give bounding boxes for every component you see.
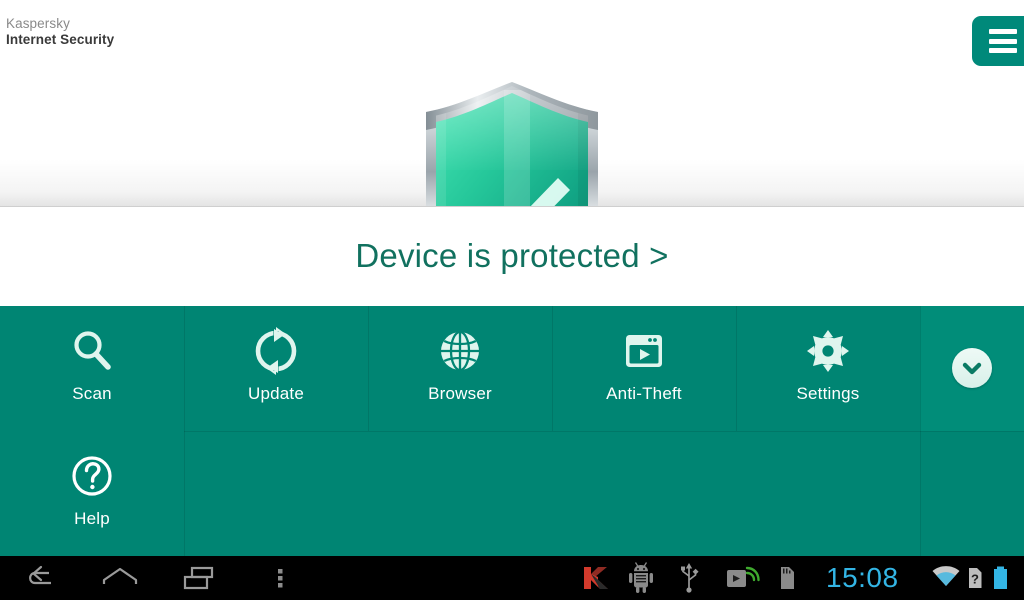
- kaspersky-k-icon: [584, 567, 608, 589]
- chevron-down-icon: [962, 362, 982, 375]
- tile-browser[interactable]: Browser: [368, 306, 552, 431]
- status-battery-icon: [986, 556, 1016, 600]
- overflow-dots-icon: [278, 569, 283, 588]
- hero-banner: [0, 82, 1024, 207]
- tile-divider: [920, 306, 921, 431]
- tile-label: Settings: [796, 384, 860, 403]
- action-tile-grid: Scan Update Browser Anti-Theft Settings …: [0, 306, 1024, 556]
- tray-usb-icon: [674, 556, 704, 600]
- tile-anti-theft[interactable]: Anti-Theft: [552, 306, 736, 431]
- tile-divider: [736, 306, 737, 431]
- status-clock: 15:08: [826, 562, 899, 593]
- tile-label: Scan: [72, 384, 112, 403]
- usb-icon: [681, 563, 699, 593]
- tile-divider: [184, 306, 185, 431]
- status-no-sim-icon: ?: [962, 556, 988, 600]
- window-play-icon: [620, 327, 668, 375]
- expand-more-button[interactable]: [952, 348, 992, 388]
- tile-label: Update: [247, 384, 305, 403]
- brand-logo: Kaspersky Internet Security: [6, 16, 114, 48]
- tray-cast-icon: [722, 556, 760, 600]
- tray-kaspersky-icon: [578, 556, 612, 600]
- hamburger-menu-button[interactable]: [972, 16, 1024, 66]
- tile-row-2: Help: [0, 431, 1024, 556]
- gear-icon: [804, 327, 852, 375]
- product-name: Internet Security: [6, 31, 115, 47]
- sim-question-icon: ?: [969, 568, 982, 588]
- shield-graphic: [412, 82, 612, 207]
- tile-divider: [552, 306, 553, 431]
- tile-update[interactable]: Update: [184, 306, 368, 431]
- cast-icon: [727, 566, 760, 587]
- nav-home-button[interactable]: [96, 556, 144, 600]
- tile-divider: [920, 431, 921, 556]
- sd-card-icon: [781, 567, 794, 589]
- hamburger-bar: [989, 29, 1017, 34]
- tile-divider: [184, 431, 185, 556]
- tile-divider: [368, 306, 369, 431]
- tray-sd-card-icon: [772, 556, 802, 600]
- back-arrow-icon: [29, 565, 51, 585]
- status-wifi-icon: [930, 556, 962, 600]
- tile-label: Browser: [428, 384, 492, 403]
- tile-row-1: Scan Update Browser Anti-Theft Settings: [0, 306, 1024, 431]
- brand-name: Kaspersky: [6, 16, 70, 31]
- status-band: Device is protected >: [0, 207, 1024, 306]
- tray-android-icon: [626, 556, 656, 600]
- tile-scan[interactable]: Scan: [0, 306, 184, 431]
- magnifier-icon: [68, 327, 116, 375]
- battery-icon: [994, 566, 1007, 589]
- hamburger-bar: [989, 38, 1017, 44]
- globe-icon: [436, 327, 484, 375]
- question-circle-icon: [68, 452, 116, 500]
- android-robot-icon: [629, 562, 653, 593]
- refresh-arrows-icon: [252, 327, 300, 375]
- nav-overflow-button[interactable]: [262, 556, 298, 600]
- nav-back-button[interactable]: [16, 556, 64, 600]
- tile-label: Anti-Theft: [606, 384, 682, 403]
- tile-help[interactable]: Help: [0, 431, 184, 556]
- device-status-link[interactable]: Device is protected >: [0, 237, 1024, 275]
- recents-icon: [183, 566, 214, 590]
- nav-recents-button[interactable]: [176, 556, 224, 600]
- wifi-icon: [932, 566, 960, 586]
- kaspersky-app-screen: Kaspersky Internet Security Device is pr…: [0, 0, 1024, 600]
- app-header: Kaspersky Internet Security: [0, 0, 1024, 82]
- tile-settings[interactable]: Settings: [736, 306, 920, 431]
- home-icon: [102, 567, 138, 584]
- android-navigation-bar: 15:08 ?: [0, 556, 1024, 600]
- svg-text:?: ?: [971, 572, 979, 587]
- protected-shield-icon: [426, 82, 598, 207]
- hamburger-bar: [989, 48, 1017, 53]
- tile-label: Help: [74, 509, 110, 528]
